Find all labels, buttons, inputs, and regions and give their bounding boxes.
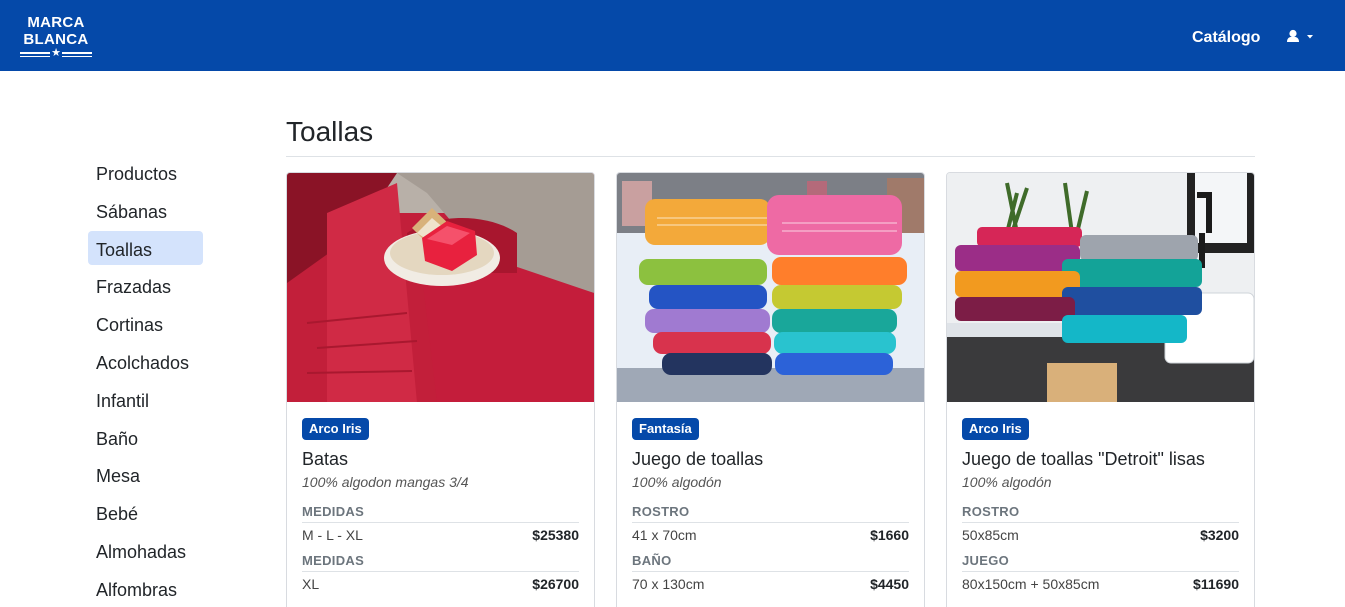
price-group-label: MEDIDAS — [302, 553, 365, 568]
product-image-juego-de-toallas[interactable] — [617, 173, 924, 402]
sidebar-item-toallas[interactable]: Toallas — [88, 230, 203, 265]
chevron-down-icon — [1307, 35, 1313, 39]
brand-badge: Arco Iris — [962, 418, 1029, 440]
price-group: JUEGO 80x150cm + 50x85cm $11690 — [962, 553, 1239, 593]
sidebar-item-sabanas[interactable]: Sábanas — [88, 193, 203, 227]
card-body: Fantasía Juego de toallas 100% algodón R… — [632, 418, 909, 593]
title-divider — [286, 156, 1255, 157]
product-title[interactable]: Juego de toallas "Detroit" lisas — [962, 448, 1239, 470]
price-size: 80x150cm + 50x85cm — [962, 576, 1100, 592]
price-value: $1660 — [870, 527, 909, 543]
card-body: Arco Iris Batas 100% algodon mangas 3/4 … — [302, 418, 579, 593]
sidebar-item-frazadas[interactable]: Frazadas — [88, 268, 203, 302]
price-group-label: BAÑO — [632, 553, 672, 568]
sidebar-item-mesa[interactable]: Mesa — [88, 457, 203, 491]
category-sidebar: Productos Sábanas Toallas Frazadas Corti… — [88, 155, 203, 607]
user-menu-dropdown[interactable] — [1286, 29, 1320, 45]
brand-badge: Arco Iris — [302, 418, 369, 440]
product-description: 100% algodón — [632, 474, 722, 490]
sidebar-item-alfombras[interactable]: Alfombras — [88, 571, 203, 605]
price-row: XL $26700 — [302, 571, 579, 593]
price-value: $25380 — [532, 527, 579, 543]
product-card-juego-de-toallas[interactable]: Fantasía Juego de toallas 100% algodón R… — [616, 172, 925, 607]
price-value: $3200 — [1200, 527, 1239, 543]
price-row: 80x150cm + 50x85cm $11690 — [962, 571, 1239, 593]
star-icon: ★ — [50, 47, 62, 59]
sidebar-item-bebe[interactable]: Bebé — [88, 495, 203, 529]
product-description: 100% algodon mangas 3/4 — [302, 474, 469, 490]
price-group: MEDIDAS XL $26700 — [302, 553, 579, 593]
price-group-label: ROSTRO — [962, 504, 1020, 519]
brand-logo[interactable]: MARCA BLANCA ★ — [20, 14, 92, 60]
sidebar-item-acolchados[interactable]: Acolchados — [88, 344, 203, 378]
price-row: 41 x 70cm $1660 — [632, 522, 909, 544]
product-image-batas[interactable] — [287, 173, 594, 402]
sidebar-item-cortinas[interactable]: Cortinas — [88, 306, 203, 340]
price-row: 70 x 130cm $4450 — [632, 571, 909, 593]
price-group-label: MEDIDAS — [302, 504, 365, 519]
price-size: M - L - XL — [302, 527, 363, 543]
sidebar-item-infantil[interactable]: Infantil — [88, 382, 203, 416]
price-size: 50x85cm — [962, 527, 1019, 543]
price-group: ROSTRO 50x85cm $3200 — [962, 504, 1239, 544]
price-group-label: JUEGO — [962, 553, 1010, 568]
product-image-detroit[interactable] — [947, 173, 1254, 402]
nav-catalog-link[interactable]: Catálogo — [1192, 29, 1260, 47]
price-size: XL — [302, 576, 320, 592]
product-description: 100% algodón — [962, 474, 1052, 490]
sidebar-item-productos[interactable]: Productos — [88, 155, 203, 189]
price-row: M - L - XL $25380 — [302, 522, 579, 544]
price-size: 41 x 70cm — [632, 527, 697, 543]
product-title[interactable]: Juego de toallas — [632, 448, 909, 470]
page-title: Toallas — [286, 116, 374, 147]
logo-line-2: BLANCA — [23, 31, 89, 48]
sidebar-item-almohadas[interactable]: Almohadas — [88, 533, 203, 567]
price-value: $26700 — [532, 576, 579, 592]
price-value: $11690 — [1193, 576, 1239, 592]
sidebar-item-bano[interactable]: Baño — [88, 420, 203, 454]
price-group: ROSTRO 41 x 70cm $1660 — [632, 504, 909, 544]
product-card-batas[interactable]: Arco Iris Batas 100% algodon mangas 3/4 … — [286, 172, 595, 607]
price-group: MEDIDAS M - L - XL $25380 — [302, 504, 579, 544]
price-value: $4450 — [870, 576, 909, 592]
card-body: Arco Iris Juego de toallas "Detroit" lis… — [962, 418, 1239, 593]
price-row: 50x85cm $3200 — [962, 522, 1239, 544]
navbar: MARCA BLANCA ★ Catálogo — [0, 0, 1345, 71]
brand-badge: Fantasía — [632, 418, 699, 440]
price-group-label: ROSTRO — [632, 504, 690, 519]
price-group: BAÑO 70 x 130cm $4450 — [632, 553, 909, 593]
logo-line-1: MARCA — [27, 14, 85, 31]
user-icon — [1287, 29, 1313, 42]
product-card-detroit[interactable]: Arco Iris Juego de toallas "Detroit" lis… — [946, 172, 1255, 607]
product-title[interactable]: Batas — [302, 448, 579, 470]
price-size: 70 x 130cm — [632, 576, 705, 592]
